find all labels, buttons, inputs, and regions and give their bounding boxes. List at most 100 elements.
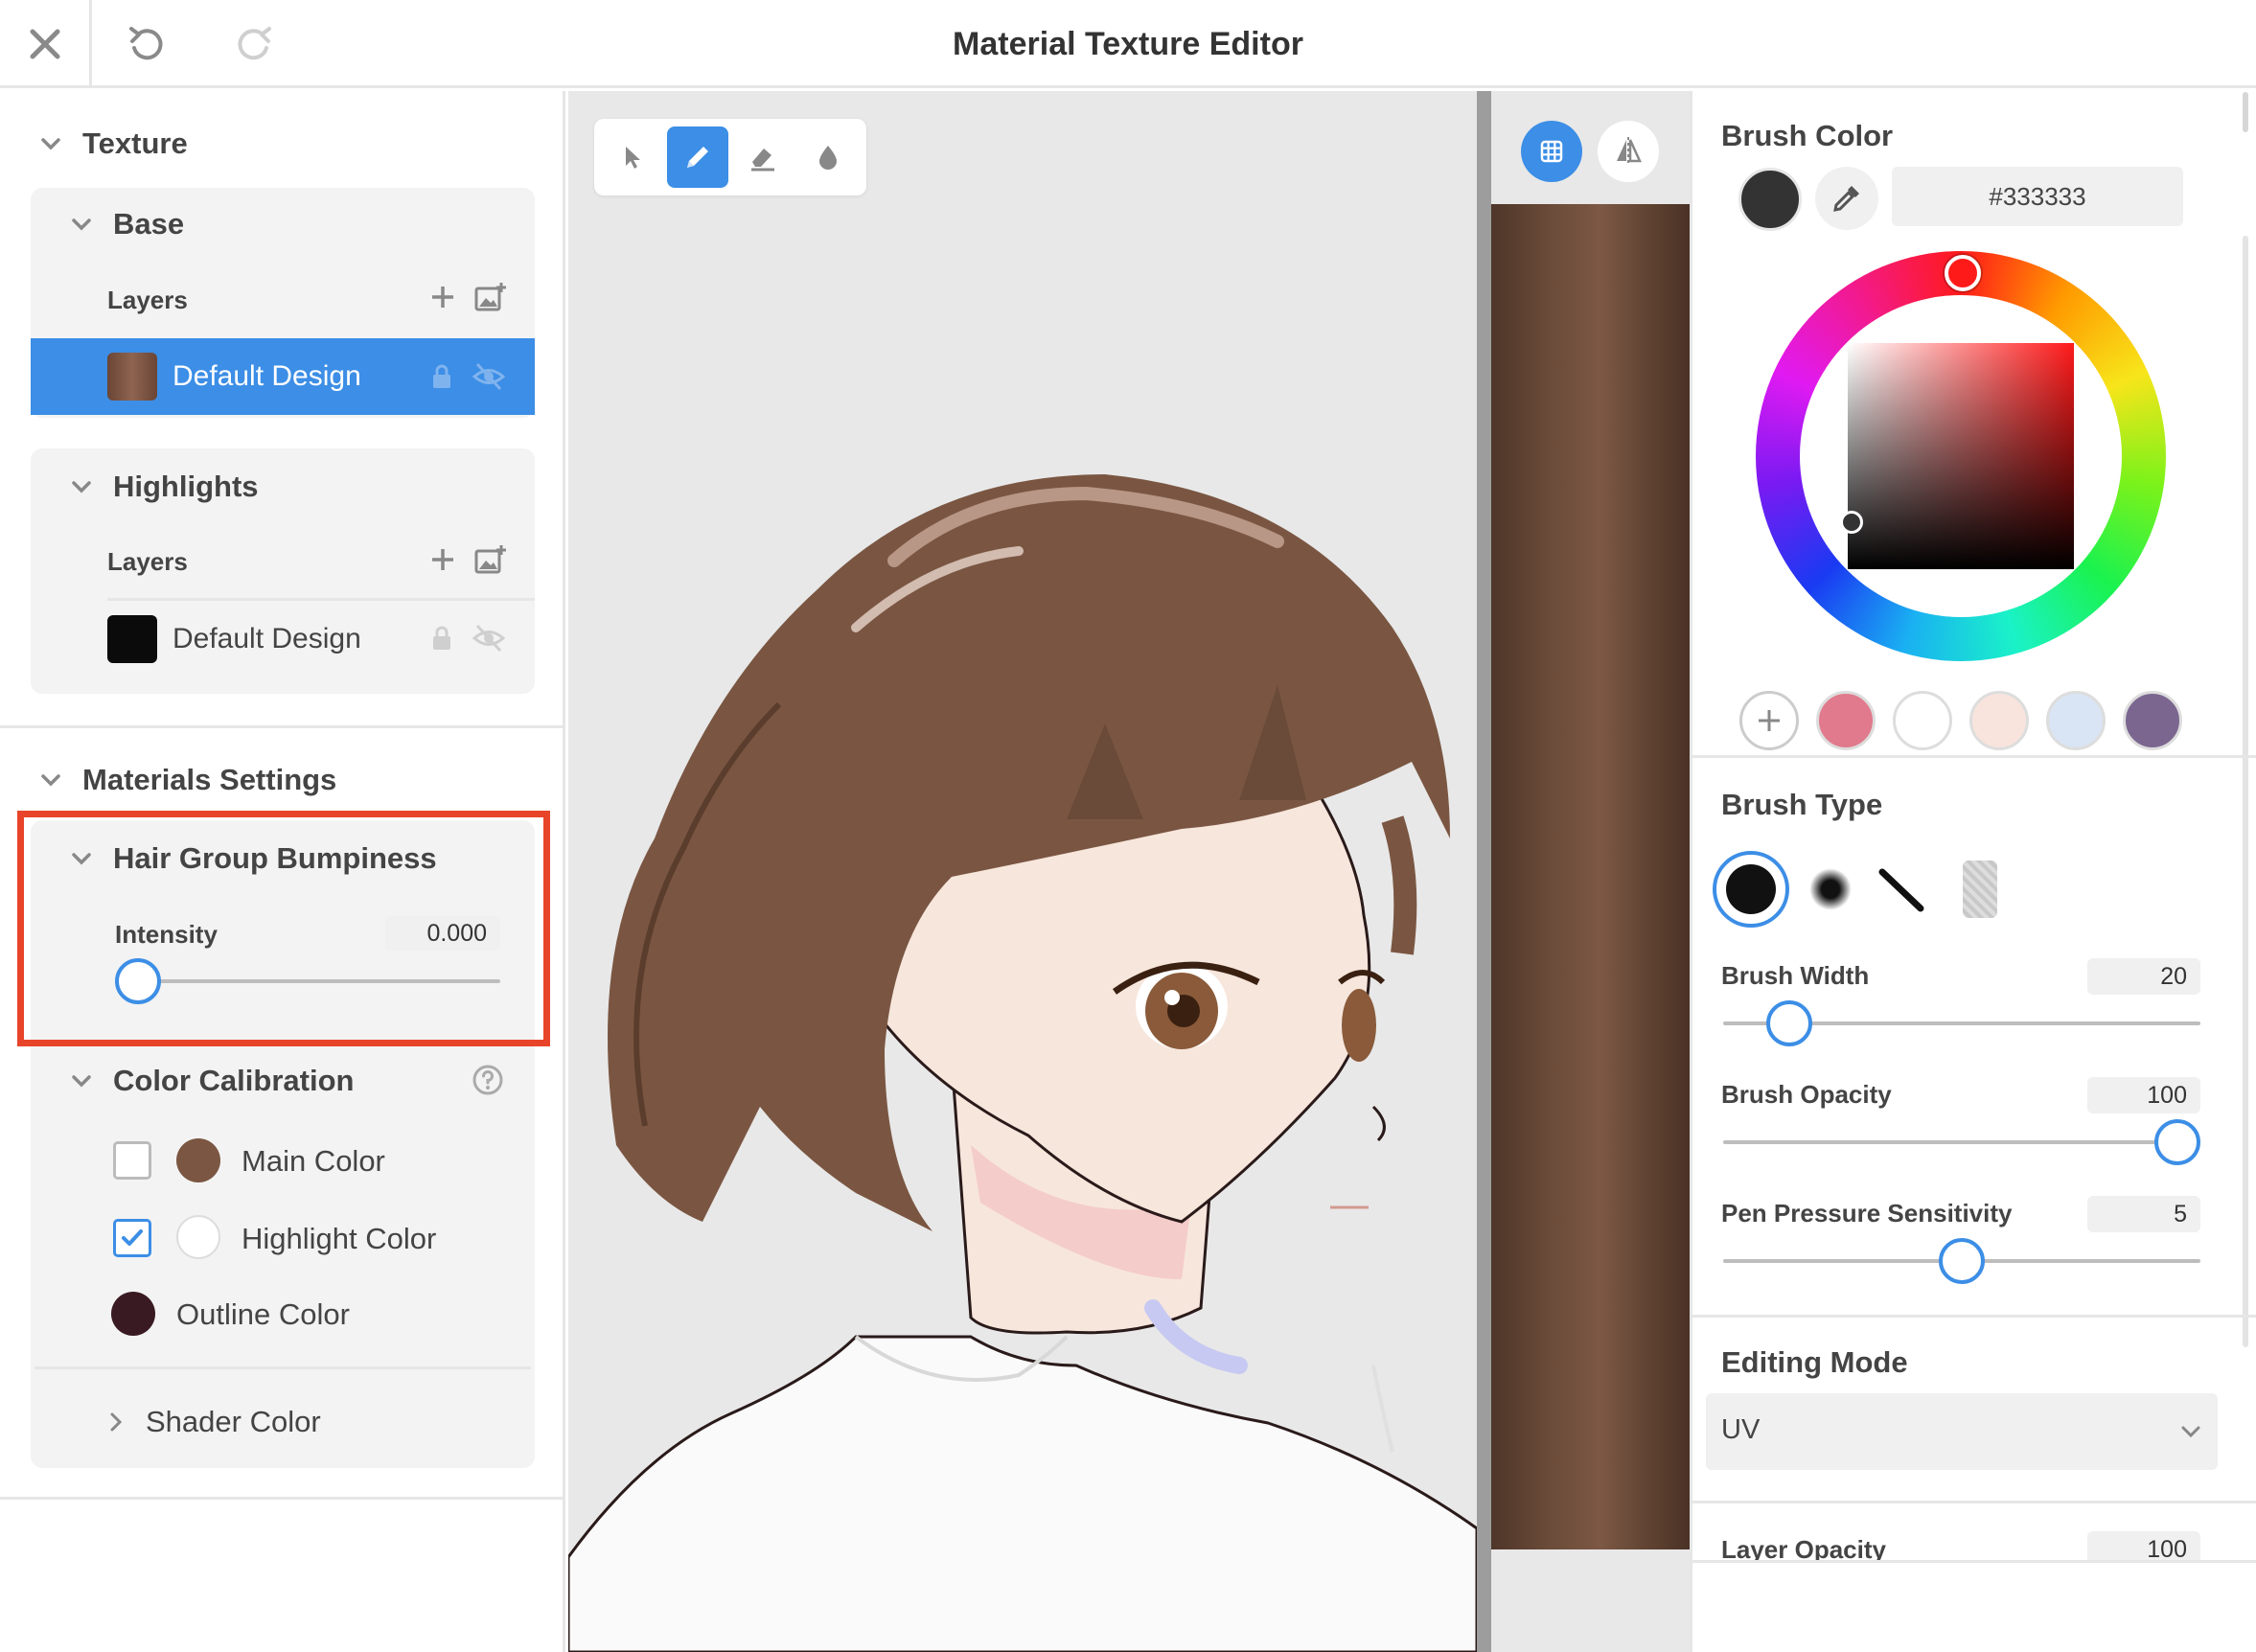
brush-width-slider-knob[interactable] — [1766, 1000, 1812, 1046]
close-button[interactable] — [0, 0, 92, 88]
intensity-value[interactable]: 0.000 — [385, 916, 500, 951]
panel-splitter[interactable] — [1477, 91, 1491, 1652]
pencil-icon — [687, 147, 708, 168]
chevron-right-icon — [110, 1412, 123, 1432]
checkmark-icon — [122, 1229, 143, 1246]
add-image-layer-button[interactable] — [473, 542, 508, 577]
highlight-color-swatch[interactable] — [176, 1215, 220, 1259]
color-picker-handle[interactable] — [1840, 511, 1863, 534]
layer-item: Default Design — [107, 615, 361, 663]
layer-opacity-row: Layer Opacity 100 — [1692, 1524, 2239, 1560]
saturation-value-square[interactable] — [1848, 343, 2074, 569]
hex-color-field[interactable]: #333333 — [1892, 167, 2183, 226]
pen-pressure-value[interactable]: 5 — [2087, 1196, 2200, 1232]
brush-opacity-label: Brush Opacity — [1721, 1080, 1892, 1109]
layer-name: Default Design — [173, 360, 361, 392]
brush-type-line[interactable] — [1876, 864, 1926, 914]
scrollbar[interactable] — [2243, 92, 2248, 132]
palette-swatch[interactable] — [2046, 691, 2106, 750]
drawing-toolbox — [594, 119, 866, 195]
brush-type-hard[interactable] — [1713, 851, 1789, 928]
shader-color-row[interactable]: Shader Color — [104, 1405, 321, 1439]
eyedropper-icon — [1833, 186, 1859, 212]
lock-layer-button[interactable] — [427, 362, 456, 391]
redo-button[interactable] — [230, 21, 278, 69]
brush-opacity-slider-track[interactable] — [1723, 1140, 2200, 1144]
brush-opacity-slider-knob[interactable] — [2154, 1119, 2200, 1165]
brush-type-texture[interactable] — [1963, 860, 1997, 918]
base-section-header[interactable]: Base — [65, 207, 184, 241]
main-color-checkbox[interactable] — [113, 1141, 151, 1180]
fill-tool[interactable] — [797, 126, 859, 188]
hue-handle[interactable] — [1945, 255, 1981, 291]
highlight-color-label: Highlight Color — [242, 1222, 437, 1255]
intensity-label: Intensity — [115, 920, 218, 949]
outline-color-swatch[interactable] — [111, 1292, 155, 1336]
hard-brush-icon — [1726, 864, 1776, 914]
add-swatch-button[interactable] — [1739, 691, 1799, 750]
scrollbar-track[interactable] — [2243, 236, 2248, 1347]
highlight-color-checkbox[interactable] — [113, 1219, 151, 1257]
fill-drop-icon — [819, 146, 837, 170]
pen-pressure-slider-knob[interactable] — [1939, 1238, 1985, 1284]
add-layer-button[interactable] — [427, 282, 458, 312]
layer-opacity-value[interactable]: 100 — [2087, 1531, 2200, 1560]
layer-name: Default Design — [173, 623, 361, 654]
layer-thumbnail — [107, 353, 157, 401]
brush-type-soft[interactable] — [1809, 868, 1852, 910]
hide-layer-button[interactable] — [472, 622, 506, 654]
undo-icon — [129, 27, 163, 60]
hide-layer-button[interactable] — [472, 360, 506, 393]
chevron-down-icon — [72, 218, 91, 231]
editing-mode-title: Editing Mode — [1721, 1345, 1908, 1379]
lock-layer-button[interactable] — [427, 624, 456, 653]
chevron-down-icon — [72, 853, 91, 865]
help-button[interactable] — [472, 1064, 504, 1096]
intensity-slider-track[interactable] — [119, 979, 500, 983]
plus-icon — [432, 287, 453, 308]
highlights-title: Highlights — [113, 470, 259, 503]
select-tool[interactable] — [602, 126, 663, 188]
plus-icon — [1759, 710, 1780, 731]
right-panel-footer — [1692, 1560, 2256, 1652]
palette-swatch[interactable] — [1816, 691, 1876, 750]
palette-swatch[interactable] — [2123, 691, 2182, 750]
color-calibration-header[interactable]: Color Calibration — [65, 1064, 354, 1098]
divider — [1692, 755, 2256, 758]
eraser-tool[interactable] — [732, 126, 794, 188]
brush-width-value[interactable]: 20 — [2087, 958, 2200, 995]
texture-section-header[interactable]: Texture — [35, 126, 188, 161]
materials-settings-header[interactable]: Materials Settings — [35, 763, 336, 797]
current-brush-color[interactable] — [1738, 168, 1802, 231]
add-layer-button[interactable] — [427, 544, 458, 575]
question-circle-icon — [472, 1065, 503, 1095]
mirror-toggle[interactable] — [1598, 121, 1659, 182]
pencil-tool[interactable] — [667, 126, 728, 188]
intensity-slider-knob[interactable] — [115, 958, 161, 1004]
brush-width-label: Brush Width — [1721, 961, 1870, 990]
brush-type-title: Brush Type — [1721, 788, 1883, 821]
editing-mode-select[interactable]: UV — [1706, 1393, 2218, 1470]
eye-slash-icon — [472, 624, 506, 653]
texture-preview[interactable] — [1491, 204, 1690, 1549]
3d-viewport[interactable] — [568, 91, 1477, 1652]
add-image-layer-button[interactable] — [473, 280, 508, 314]
uv-grid-toggle[interactable] — [1521, 121, 1582, 182]
add-image-icon — [474, 283, 506, 311]
chevron-down-icon — [2181, 1426, 2200, 1438]
palette-swatch[interactable] — [1969, 691, 2029, 750]
chevron-down-icon — [72, 1075, 91, 1088]
eraser-icon — [751, 149, 774, 172]
undo-button[interactable] — [123, 21, 171, 69]
window-title: Material Texture Editor — [953, 26, 1303, 62]
hair-bumpiness-header[interactable]: Hair Group Bumpiness — [65, 841, 437, 876]
main-color-swatch[interactable] — [176, 1138, 220, 1182]
divider — [107, 598, 535, 601]
eyedropper-button[interactable] — [1815, 167, 1878, 230]
palette-swatch[interactable] — [1893, 691, 1952, 750]
highlights-section-header[interactable]: Highlights — [65, 470, 259, 504]
color-calibration-title: Color Calibration — [113, 1064, 355, 1097]
redo-icon — [238, 27, 271, 60]
brush-opacity-value[interactable]: 100 — [2087, 1077, 2200, 1113]
shader-color-label: Shader Color — [146, 1405, 321, 1438]
